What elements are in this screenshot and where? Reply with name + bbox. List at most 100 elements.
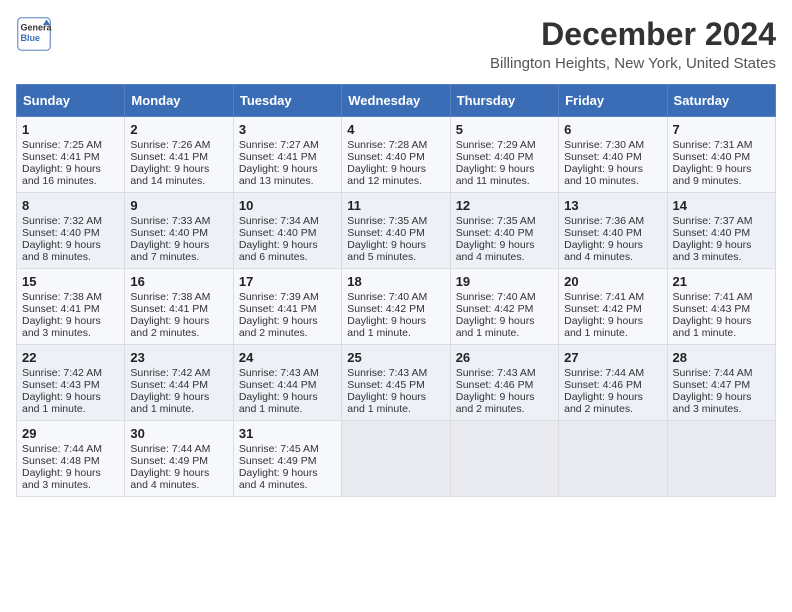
sunrise-text: Sunrise: 7:36 AM [564, 215, 661, 227]
sunrise-text: Sunrise: 7:44 AM [130, 443, 227, 455]
logo-icon: General Blue [16, 16, 52, 52]
sunrise-text: Sunrise: 7:33 AM [130, 215, 227, 227]
daylight-text: Daylight: 9 hours and 1 minute. [564, 315, 661, 339]
sunset-text: Sunset: 4:40 PM [347, 151, 444, 163]
sunset-text: Sunset: 4:41 PM [130, 303, 227, 315]
sunset-text: Sunset: 4:41 PM [22, 151, 119, 163]
calendar-cell: 6Sunrise: 7:30 AMSunset: 4:40 PMDaylight… [559, 117, 667, 193]
sunset-text: Sunset: 4:41 PM [130, 151, 227, 163]
sunrise-text: Sunrise: 7:39 AM [239, 291, 336, 303]
daylight-text: Daylight: 9 hours and 3 minutes. [22, 315, 119, 339]
calendar-cell: 9Sunrise: 7:33 AMSunset: 4:40 PMDaylight… [125, 193, 233, 269]
calendar-cell: 25Sunrise: 7:43 AMSunset: 4:45 PMDayligh… [342, 345, 450, 421]
day-number: 11 [347, 198, 444, 213]
day-number: 7 [673, 122, 770, 137]
day-number: 27 [564, 350, 661, 365]
daylight-text: Daylight: 9 hours and 10 minutes. [564, 163, 661, 187]
sunset-text: Sunset: 4:40 PM [673, 151, 770, 163]
day-number: 15 [22, 274, 119, 289]
calendar-cell: 13Sunrise: 7:36 AMSunset: 4:40 PMDayligh… [559, 193, 667, 269]
calendar-cell: 4Sunrise: 7:28 AMSunset: 4:40 PMDaylight… [342, 117, 450, 193]
calendar-cell: 30Sunrise: 7:44 AMSunset: 4:49 PMDayligh… [125, 421, 233, 497]
weekday-header-sunday: Sunday [17, 85, 125, 117]
day-number: 26 [456, 350, 553, 365]
sunrise-text: Sunrise: 7:38 AM [130, 291, 227, 303]
day-number: 2 [130, 122, 227, 137]
calendar-cell: 27Sunrise: 7:44 AMSunset: 4:46 PMDayligh… [559, 345, 667, 421]
sunrise-text: Sunrise: 7:43 AM [456, 367, 553, 379]
week-row-3: 15Sunrise: 7:38 AMSunset: 4:41 PMDayligh… [17, 269, 776, 345]
logo: General Blue [16, 16, 52, 52]
calendar-cell: 16 Sunrise: 7:38 AMSunset: 4:41 PMDayligh… [125, 269, 233, 345]
sunset-text: Sunset: 4:46 PM [564, 379, 661, 391]
day-number: 25 [347, 350, 444, 365]
sunset-text: Sunset: 4:41 PM [239, 151, 336, 163]
calendar-cell: 15Sunrise: 7:38 AMSunset: 4:41 PMDayligh… [17, 269, 125, 345]
day-number: 30 [130, 426, 227, 441]
calendar-cell: 23Sunrise: 7:42 AMSunset: 4:44 PMDayligh… [125, 345, 233, 421]
sunrise-text: Sunrise: 7:43 AM [347, 367, 444, 379]
calendar-cell: 26Sunrise: 7:43 AMSunset: 4:46 PMDayligh… [450, 345, 558, 421]
day-number: 18 [347, 274, 444, 289]
sunrise-text: Sunrise: 7:41 AM [673, 291, 770, 303]
calendar-cell: 12Sunrise: 7:35 AMSunset: 4:40 PMDayligh… [450, 193, 558, 269]
daylight-text: Daylight: 9 hours and 3 minutes. [673, 391, 770, 415]
sunrise-text: Sunrise: 7:29 AM [456, 139, 553, 151]
daylight-text: Daylight: 9 hours and 4 minutes. [130, 467, 227, 491]
sunrise-text: Sunrise: 7:45 AM [239, 443, 336, 455]
sunrise-text: Sunrise: 7:25 AM [22, 139, 119, 151]
weekday-header-friday: Friday [559, 85, 667, 117]
daylight-text: Daylight: 9 hours and 3 minutes. [673, 239, 770, 263]
sunrise-text: Sunrise: 7:40 AM [347, 291, 444, 303]
daylight-text: Daylight: 9 hours and 2 minutes. [130, 315, 227, 339]
sunset-text: Sunset: 4:40 PM [239, 227, 336, 239]
sunset-text: Sunset: 4:40 PM [130, 227, 227, 239]
daylight-text: Daylight: 9 hours and 11 minutes. [456, 163, 553, 187]
calendar-cell [342, 421, 450, 497]
daylight-text: Daylight: 9 hours and 1 minute. [130, 391, 227, 415]
weekday-header-wednesday: Wednesday [342, 85, 450, 117]
daylight-text: Daylight: 9 hours and 1 minute. [673, 315, 770, 339]
calendar-cell: 17Sunrise: 7:39 AMSunset: 4:41 PMDayligh… [233, 269, 341, 345]
sunset-text: Sunset: 4:40 PM [456, 227, 553, 239]
sunrise-text: Sunrise: 7:44 AM [22, 443, 119, 455]
sunrise-text: Sunrise: 7:42 AM [22, 367, 119, 379]
daylight-text: Daylight: 9 hours and 5 minutes. [347, 239, 444, 263]
sunrise-text: Sunrise: 7:38 AM [22, 291, 119, 303]
calendar-cell: 14Sunrise: 7:37 AMSunset: 4:40 PMDayligh… [667, 193, 775, 269]
sunset-text: Sunset: 4:45 PM [347, 379, 444, 391]
sunrise-text: Sunrise: 7:34 AM [239, 215, 336, 227]
sunset-text: Sunset: 4:43 PM [22, 379, 119, 391]
daylight-text: Daylight: 9 hours and 2 minutes. [239, 315, 336, 339]
sunrise-text: Sunrise: 7:26 AM [130, 139, 227, 151]
calendar-cell: 31Sunrise: 7:45 AMSunset: 4:49 PMDayligh… [233, 421, 341, 497]
daylight-text: Daylight: 9 hours and 3 minutes. [22, 467, 119, 491]
calendar-cell: 10 Sunrise: 7:34 AMSunset: 4:40 PMDayligh… [233, 193, 341, 269]
sunrise-text: Sunrise: 7:43 AM [239, 367, 336, 379]
daylight-text: Daylight: 9 hours and 14 minutes. [130, 163, 227, 187]
calendar-cell [667, 421, 775, 497]
daylight-text: Daylight: 9 hours and 2 minutes. [456, 391, 553, 415]
day-number: 31 [239, 426, 336, 441]
sunset-text: Sunset: 4:40 PM [564, 227, 661, 239]
sunset-text: Sunset: 4:41 PM [239, 303, 336, 315]
daylight-text: Daylight: 9 hours and 1 minute. [239, 391, 336, 415]
daylight-text: Daylight: 9 hours and 6 minutes. [239, 239, 336, 263]
sunset-text: Sunset: 4:43 PM [673, 303, 770, 315]
day-number: 10 [239, 198, 336, 213]
weekday-header-tuesday: Tuesday [233, 85, 341, 117]
weekday-header-row: SundayMondayTuesdayWednesdayThursdayFrid… [17, 85, 776, 117]
daylight-text: Daylight: 9 hours and 8 minutes. [22, 239, 119, 263]
calendar-cell: 20Sunrise: 7:41 AMSunset: 4:42 PMDayligh… [559, 269, 667, 345]
day-number: 28 [673, 350, 770, 365]
sunrise-text: Sunrise: 7:40 AM [456, 291, 553, 303]
calendar-cell: 24Sunrise: 7:43 AMSunset: 4:44 PMDayligh… [233, 345, 341, 421]
sunset-text: Sunset: 4:44 PM [239, 379, 336, 391]
sunset-text: Sunset: 4:42 PM [456, 303, 553, 315]
day-number: 16 [130, 274, 227, 289]
weekday-header-thursday: Thursday [450, 85, 558, 117]
calendar-cell: 18Sunrise: 7:40 AMSunset: 4:42 PMDayligh… [342, 269, 450, 345]
calendar-cell: 11Sunrise: 7:35 AMSunset: 4:40 PMDayligh… [342, 193, 450, 269]
daylight-text: Daylight: 9 hours and 1 minute. [456, 315, 553, 339]
sunset-text: Sunset: 4:40 PM [22, 227, 119, 239]
